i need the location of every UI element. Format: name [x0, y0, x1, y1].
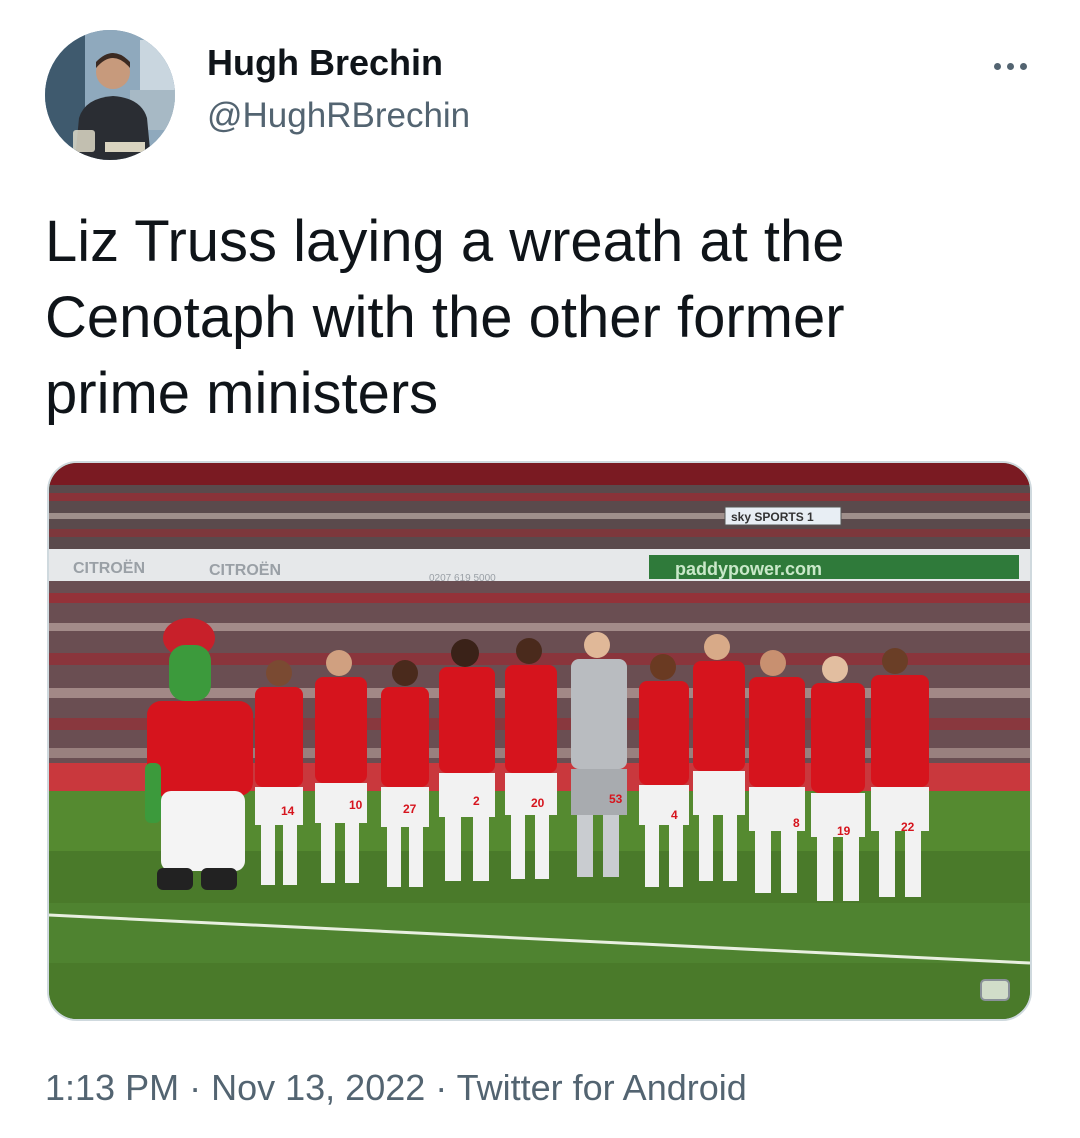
- shirt-number: 4: [671, 808, 678, 822]
- separator-dot: ·: [435, 1067, 448, 1108]
- shirt-number: 53: [609, 792, 623, 806]
- more-options-icon[interactable]: [985, 46, 1035, 86]
- tweet-text: Liz Truss laying a wreath at the Cenotap…: [45, 209, 845, 426]
- author-avatar[interactable]: [45, 30, 175, 160]
- tweet-date[interactable]: Nov 13, 2022: [211, 1067, 425, 1108]
- tweet-media-photo[interactable]: CITROËN CITROËN 0207 619 5000 paddypower…: [47, 461, 1032, 1021]
- shirt-number: 10: [349, 798, 363, 812]
- image-description-icon[interactable]: [980, 979, 1010, 1001]
- separator-dot: ·: [189, 1067, 202, 1108]
- shirt-number: 20: [531, 796, 545, 810]
- shirt-number: 14: [281, 804, 295, 818]
- ad-citroen-1: CITROËN: [73, 559, 145, 577]
- more-dot: [1019, 62, 1027, 70]
- tweet-metadata: 1:13 PM · Nov 13, 2022 · Twitter for And…: [45, 1064, 747, 1112]
- avatar-photo: [45, 30, 175, 160]
- stadium-photo: CITROËN CITROËN 0207 619 5000 paddypower…: [49, 463, 1030, 1019]
- tweet-source[interactable]: Twitter for Android: [457, 1067, 747, 1108]
- ad-paddypower: paddypower.com: [675, 559, 822, 579]
- more-dot: [993, 62, 1001, 70]
- author-display-name[interactable]: Hugh Brechin: [207, 40, 443, 86]
- shirt-number: 19: [837, 824, 851, 838]
- ad-citroen-2: CITROËN: [209, 561, 281, 579]
- shirt-number: 22: [901, 820, 915, 834]
- shirt-number: 8: [793, 816, 800, 830]
- tweet-time[interactable]: 1:13 PM: [45, 1067, 179, 1108]
- shirt-number: 27: [403, 802, 417, 816]
- author-handle[interactable]: @HughRBrechin: [207, 94, 470, 138]
- shirt-number: 2: [473, 794, 480, 808]
- more-dot: [1006, 62, 1014, 70]
- sky-sports-logo: sky SPORTS 1: [731, 510, 814, 524]
